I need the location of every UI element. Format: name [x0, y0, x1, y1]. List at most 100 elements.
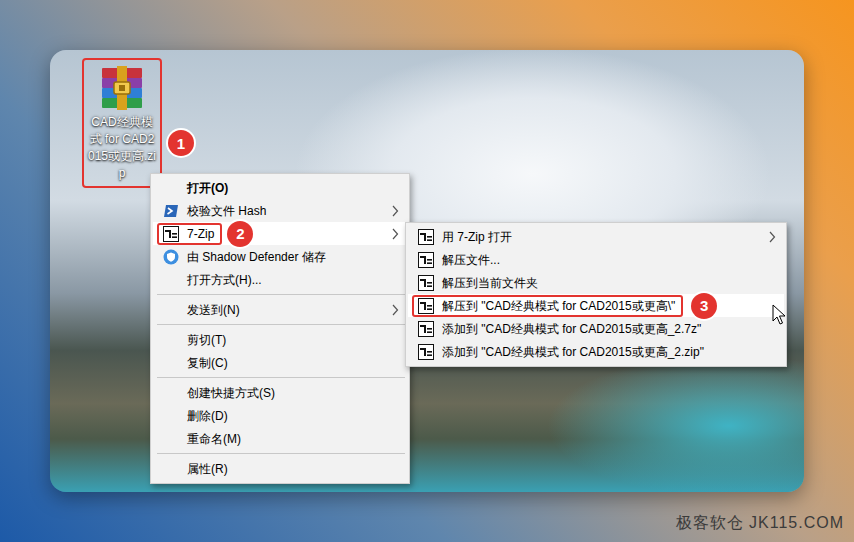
menu-item[interactable]: 添加到 "CAD经典模式 for CAD2015或更高_2.7z" — [408, 317, 784, 340]
menu-item-content: 剪切(T) — [157, 329, 234, 351]
step-badge: 1 — [168, 130, 194, 156]
menu-item[interactable]: 重命名(M) — [153, 427, 407, 450]
hash-icon — [163, 203, 179, 219]
menu-icon-slot — [163, 431, 179, 447]
annotation-box: 解压到 "CAD经典模式 for CAD2015或更高\"3 — [412, 295, 683, 317]
menu-icon-slot — [418, 275, 434, 291]
menu-item-content: 打开方式(H)... — [157, 269, 270, 291]
menu-item[interactable]: 打开(O) — [153, 176, 407, 199]
7zip-icon — [418, 344, 434, 360]
menu-item-label: 创建快捷方式(S) — [187, 385, 275, 401]
menu-icon-slot — [163, 461, 179, 477]
menu-icon-slot — [163, 226, 179, 242]
menu-item-content: 发送到(N) — [157, 299, 248, 321]
menu-icon-slot — [163, 332, 179, 348]
menu-item-label: 重命名(M) — [187, 431, 241, 447]
menu-item-label: 用 7-Zip 打开 — [442, 229, 512, 245]
menu-item-content: 打开(O) — [157, 177, 236, 199]
menu-item[interactable]: 解压文件... — [408, 248, 784, 271]
menu-item-label: 解压到 "CAD经典模式 for CAD2015或更高\" — [442, 298, 675, 314]
menu-item-content: 解压文件... — [412, 249, 508, 271]
menu-item-content: 创建快捷方式(S) — [157, 382, 283, 404]
watermark: 极客软仓 JK115.COM — [676, 513, 844, 534]
menu-item[interactable]: 添加到 "CAD经典模式 for CAD2015或更高_2.zip" — [408, 340, 784, 363]
7zip-icon — [418, 275, 434, 291]
menu-item-label: 7-Zip — [187, 226, 214, 242]
7zip-icon — [418, 252, 434, 268]
chevron-right-icon — [391, 228, 399, 240]
menu-item-content: 校验文件 Hash — [157, 200, 274, 222]
zip-archive-icon — [98, 64, 146, 112]
menu-item-label: 属性(R) — [187, 461, 228, 477]
chevron-right-icon — [391, 304, 399, 316]
file-name-label: CAD经典模式 for CAD2015或更高.zip — [87, 114, 157, 182]
menu-item[interactable]: 用 7-Zip 打开 — [408, 225, 784, 248]
menu-item-content: 添加到 "CAD经典模式 for CAD2015或更高_2.zip" — [412, 341, 712, 363]
sub-menu: 用 7-Zip 打开解压文件... 解压到当前文件夹解压到 "CAD经典模式 fo… — [405, 222, 787, 367]
chevron-right-icon — [391, 205, 399, 217]
menu-item[interactable]: 剪切(T) — [153, 328, 407, 351]
menu-item-label: 添加到 "CAD经典模式 for CAD2015或更高_2.7z" — [442, 321, 701, 337]
page-background: CAD经典模式 for CAD2015或更高.zip1打开(O)校验文件 Has… — [0, 0, 854, 542]
menu-item-label: 添加到 "CAD经典模式 for CAD2015或更高_2.zip" — [442, 344, 704, 360]
annotation-box: 7-Zip2 — [157, 223, 222, 245]
menu-item-label: 打开(O) — [187, 180, 228, 196]
menu-item-label: 校验文件 Hash — [187, 203, 266, 219]
menu-icon-slot — [163, 408, 179, 424]
menu-item[interactable]: 打开方式(H)... — [153, 268, 407, 291]
menu-item[interactable]: 校验文件 Hash — [153, 199, 407, 222]
menu-icon-slot — [163, 272, 179, 288]
desktop-file-icon[interactable]: CAD经典模式 for CAD2015或更高.zip1 — [82, 58, 162, 188]
menu-icon-slot — [163, 203, 179, 219]
menu-item-content: 添加到 "CAD经典模式 for CAD2015或更高_2.7z" — [412, 318, 709, 340]
menu-item-label: 删除(D) — [187, 408, 228, 424]
menu-item-label: 解压到当前文件夹 — [442, 275, 538, 291]
menu-icon-slot — [418, 321, 434, 337]
menu-item-content: 用 7-Zip 打开 — [412, 226, 520, 248]
menu-icon-slot — [418, 252, 434, 268]
menu-item-label: 解压文件... — [442, 252, 500, 268]
menu-item-label: 打开方式(H)... — [187, 272, 262, 288]
menu-separator — [157, 294, 405, 295]
mouse-cursor-icon — [772, 304, 786, 326]
7zip-icon — [163, 226, 179, 242]
menu-item[interactable]: 解压到 "CAD经典模式 for CAD2015或更高\" 3 — [408, 294, 784, 317]
chevron-right-icon — [768, 231, 776, 243]
menu-icon-slot — [163, 355, 179, 371]
menu-item-content: 删除(D) — [157, 405, 236, 427]
menu-item-label: 发送到(N) — [187, 302, 240, 318]
menu-item[interactable]: 属性(R) — [153, 457, 407, 480]
menu-item-label: 复制(C) — [187, 355, 228, 371]
menu-item-label: 剪切(T) — [187, 332, 226, 348]
menu-item[interactable]: 由 Shadow Defender 储存 — [153, 245, 407, 268]
menu-item-content: 由 Shadow Defender 储存 — [157, 246, 334, 268]
context-menu: 打开(O) 校验文件 Hash 7-Zip 2 由 Shadow Defender 储存… — [150, 173, 410, 484]
menu-item-content: 属性(R) — [157, 458, 236, 480]
menu-icon-slot — [418, 229, 434, 245]
menu-item[interactable]: 创建快捷方式(S) — [153, 381, 407, 404]
menu-icon-slot — [418, 344, 434, 360]
7zip-icon — [418, 229, 434, 245]
menu-separator — [157, 377, 405, 378]
shield-icon — [163, 249, 179, 265]
step-badge: 3 — [691, 293, 717, 319]
menu-item-content: 解压到当前文件夹 — [412, 272, 546, 294]
menu-icon-slot — [163, 180, 179, 196]
menu-item[interactable]: 复制(C) — [153, 351, 407, 374]
desktop: CAD经典模式 for CAD2015或更高.zip1打开(O)校验文件 Has… — [50, 50, 804, 492]
menu-icon-slot — [163, 302, 179, 318]
menu-separator — [157, 324, 405, 325]
menu-item-content: 复制(C) — [157, 352, 236, 374]
menu-item[interactable]: 7-Zip 2 — [153, 222, 407, 245]
step-badge: 2 — [227, 221, 253, 247]
menu-item[interactable]: 发送到(N) — [153, 298, 407, 321]
menu-separator — [157, 453, 405, 454]
menu-icon-slot — [163, 249, 179, 265]
menu-icon-slot — [418, 298, 434, 314]
menu-item-content: 重命名(M) — [157, 428, 249, 450]
menu-icon-slot — [163, 385, 179, 401]
7zip-icon — [418, 321, 434, 337]
menu-item[interactable]: 解压到当前文件夹 — [408, 271, 784, 294]
menu-item[interactable]: 删除(D) — [153, 404, 407, 427]
menu-item-label: 由 Shadow Defender 储存 — [187, 249, 326, 265]
